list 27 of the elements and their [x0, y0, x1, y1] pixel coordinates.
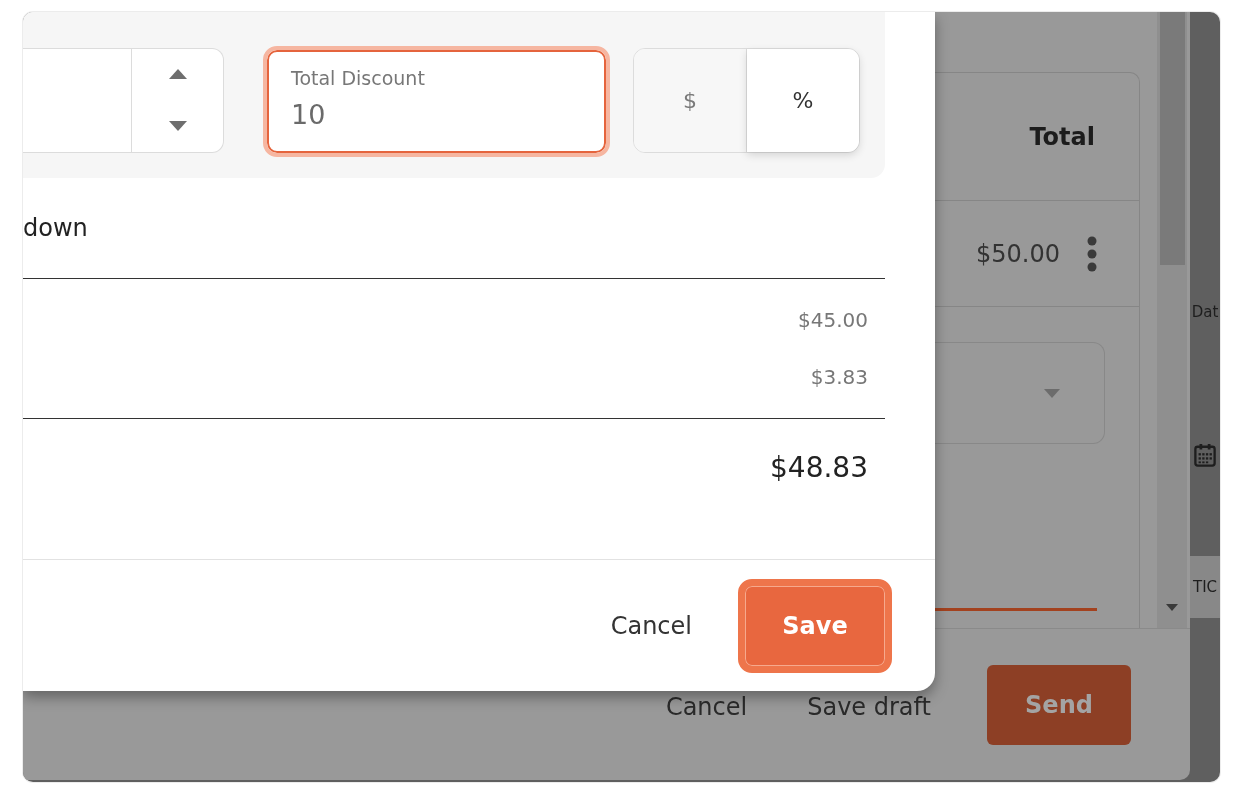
scrollbar-track[interactable]: [1157, 12, 1187, 628]
section-heading: down: [23, 213, 88, 244]
amount-text: $3.83: [810, 364, 868, 391]
scroll-down-icon[interactable]: [1166, 604, 1178, 611]
cancel-button[interactable]: Cancel: [661, 692, 752, 721]
total-amount: $48.83: [770, 450, 868, 486]
field-label: Total Discount: [291, 66, 425, 90]
field-label: Dat: [1191, 302, 1219, 323]
column-header: Total: [1029, 122, 1095, 151]
kebab-menu-icon[interactable]: [1086, 235, 1098, 272]
discount-field[interactable]: Total Discount 10: [263, 46, 610, 157]
caret-up-icon[interactable]: [168, 69, 187, 79]
cancel-button[interactable]: Cancel: [600, 595, 702, 656]
amount-text: $45.00: [798, 307, 868, 334]
number-field[interactable]: [23, 48, 224, 153]
send-button[interactable]: Send: [987, 664, 1131, 745]
toggle-option[interactable]: $: [634, 49, 747, 152]
toggle-option[interactable]: %: [747, 49, 859, 152]
scrollbar-thumb[interactable]: [1159, 12, 1185, 265]
table-cell: $50.00: [976, 239, 1060, 268]
section-label: TIC: [1192, 578, 1218, 596]
field-value: 10: [291, 98, 326, 132]
caret-down-icon[interactable]: [168, 121, 187, 131]
caret-down-icon: [1044, 388, 1060, 398]
save-draft-button[interactable]: Save draft: [803, 692, 935, 721]
calendar-icon[interactable]: [1194, 443, 1216, 467]
save-button[interactable]: Save: [738, 578, 892, 673]
